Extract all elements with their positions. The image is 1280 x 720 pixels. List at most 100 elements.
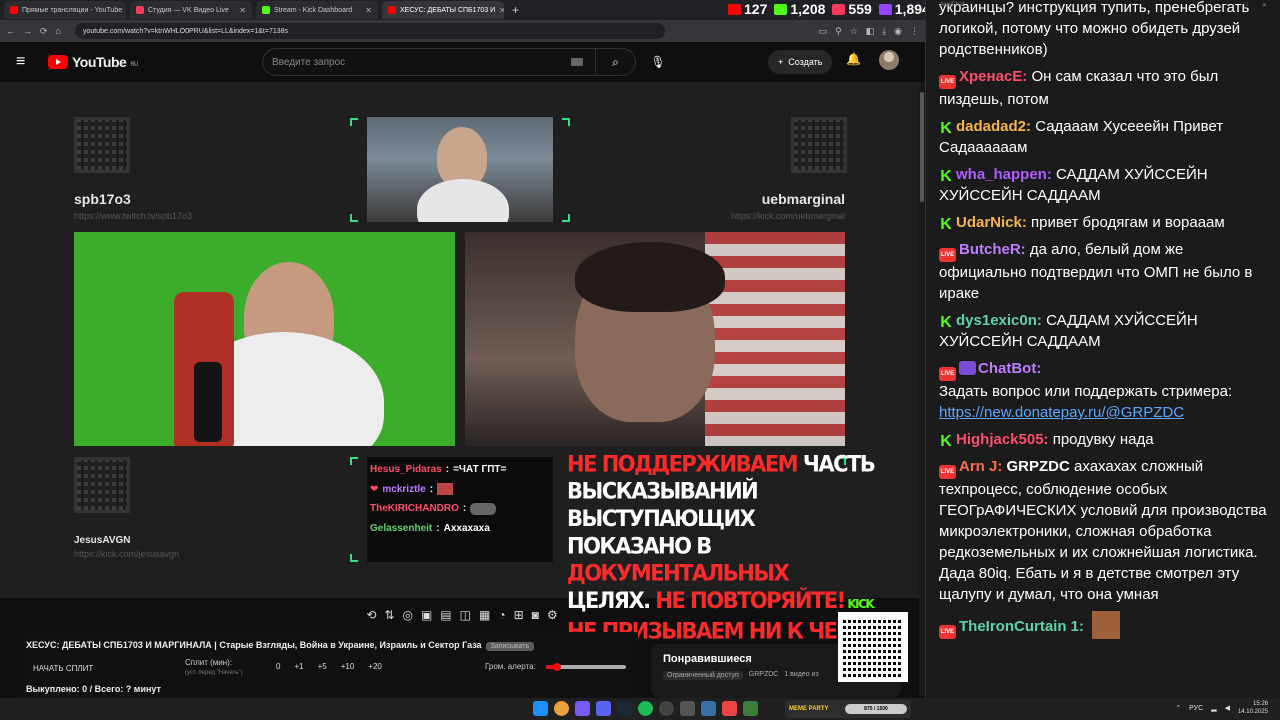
scrollbar-thumb[interactable]	[920, 92, 924, 202]
search-icon[interactable]: ⌕	[595, 49, 635, 75]
vk-live-badge-icon: LIVE	[939, 625, 956, 639]
close-tab-icon[interactable]: ✕	[239, 6, 246, 15]
spotify-icon[interactable]	[638, 701, 653, 716]
split-20-button[interactable]: +20	[368, 662, 382, 671]
youtube-logo[interactable]: YouTube RU	[48, 54, 138, 70]
add-icon[interactable]: ⊞	[514, 608, 524, 622]
forward-icon[interactable]: →	[23, 26, 32, 36]
film-icon[interactable]: ▦	[479, 608, 490, 622]
donate-link[interactable]: https://new.donatepay.ru/@GRPZDC	[939, 404, 1184, 421]
chat-username[interactable]: ChatBot:	[978, 360, 1041, 377]
gear-icon[interactable]: ⚙	[547, 608, 558, 622]
tray-up-icon[interactable]: ⌃	[1175, 704, 1181, 712]
pip-icon[interactable]: ◫	[460, 608, 471, 622]
browser-tab-active[interactable]: ХЕСУС: ДЕБАТЫ СПБ1703 И ✕	[382, 1, 504, 19]
url-field[interactable]: youtube.com/watch?v=ktnWHLO0PRU&list=LL&…	[74, 23, 665, 39]
bell-icon[interactable]: 🔔	[846, 52, 861, 66]
close-tab-icon[interactable]: ✕	[365, 6, 372, 15]
split-1-button[interactable]: +1	[294, 662, 303, 671]
speed-icon[interactable]: ◔	[498, 608, 505, 622]
start-split-button[interactable]: НАЧАТЬ СПЛИТ	[26, 660, 100, 676]
frame-corner	[350, 457, 358, 465]
alert-volume-label: Гром. алерта:	[485, 662, 536, 671]
split-0-button[interactable]: 0	[276, 662, 280, 671]
right-streamer-name: uebmarginal	[761, 191, 845, 207]
cast-icon[interactable]: ▭	[818, 26, 827, 37]
chat-username[interactable]: ХренасЕ:	[959, 68, 1027, 85]
split-10-button[interactable]: +10	[341, 662, 355, 671]
audio-icon[interactable]: ◎	[402, 608, 412, 622]
avatar[interactable]	[879, 50, 899, 70]
chat-messages: украинцы? инструкция тупить, пренебрегат…	[939, 0, 1274, 645]
steam-icon[interactable]	[617, 701, 632, 716]
person-body	[417, 179, 509, 222]
person-head	[437, 127, 487, 187]
chrome-icon[interactable]	[554, 701, 569, 716]
camera-icon[interactable]: ◙	[532, 608, 539, 622]
browser-tab[interactable]: Студия — VK Видео Live ✕	[130, 1, 252, 19]
chat-titlebar: AxelChat — □ ✕	[940, 2, 1267, 10]
menu-icon[interactable]: ⋮	[910, 26, 919, 37]
qr-code-left	[74, 117, 130, 173]
browser-tab[interactable]: Stream - Kick Dashboard ✕	[256, 1, 378, 19]
webcam-top	[367, 117, 553, 222]
chat-message: Kdys1exic0n: САДДАМ ХУЙССЕЙН ХУЙССЕЙН СА…	[939, 310, 1274, 352]
alert-volume-slider[interactable]	[546, 663, 626, 671]
profile-icon[interactable]: ◉	[894, 26, 902, 37]
chat-username[interactable]: wha_happen:	[956, 166, 1052, 183]
create-button[interactable]: + Создать	[768, 50, 833, 74]
chat-username[interactable]: dys1exic0n:	[956, 312, 1042, 329]
video-settings-icon[interactable]: ▣	[421, 608, 432, 622]
minimize-icon[interactable]: —	[1224, 2, 1230, 10]
search-input[interactable]: Введите запрос ⌕	[262, 48, 636, 76]
windows-start-icon[interactable]	[533, 701, 548, 716]
keyboard-icon[interactable]	[571, 58, 583, 66]
volume-icon[interactable]: ◀	[1225, 704, 1230, 712]
chat-username[interactable]: Highjack505:	[956, 431, 1049, 448]
qr-pattern	[843, 617, 903, 677]
network-icon[interactable]: ▂	[1211, 704, 1216, 712]
microphone-icon[interactable]: 🎙	[646, 50, 670, 74]
close-tab-icon[interactable]: ✕	[499, 6, 504, 15]
reload-icon[interactable]: ⟳	[40, 26, 48, 37]
menu-icon[interactable]: ≡	[16, 53, 36, 71]
frame-corner	[350, 118, 358, 126]
chat-message: LIVE ХренасЕ: Он сам сказал что это был п…	[939, 66, 1274, 110]
back-icon[interactable]: ←	[6, 26, 15, 36]
slider-knob[interactable]	[553, 663, 562, 671]
chat-username[interactable]: TheIronCurtain 1:	[959, 618, 1084, 635]
discord-icon[interactable]	[596, 701, 611, 716]
video-player[interactable]: spb17o3 https://www.twitch.tv/spb17o3 ue…	[0, 82, 919, 644]
clapper-icon[interactable]: ▤	[440, 608, 451, 622]
close-icon[interactable]: ✕	[1262, 2, 1267, 10]
browser-tab[interactable]: Прямые трансляции - YouTube✕	[4, 1, 126, 19]
language-indicator[interactable]: РУС	[1189, 705, 1203, 712]
chat-message: Kwha_happen: САДДАМ ХУЙССЕЙН ХУЙССЕЙН СА…	[939, 164, 1274, 206]
home-icon[interactable]: ⌂	[56, 26, 61, 36]
emote-icon	[470, 502, 497, 515]
app-icon[interactable]	[722, 701, 737, 716]
chat-username[interactable]: Arn J:	[959, 458, 1002, 475]
meme-party-widget[interactable]: MEME PARTY 875 / 1500	[785, 700, 911, 718]
app-icon[interactable]	[743, 701, 758, 716]
app-icon[interactable]	[701, 701, 716, 716]
app-icon[interactable]	[680, 701, 695, 716]
clock[interactable]: 15:26 14.10.2025	[1238, 700, 1268, 716]
maximize-icon[interactable]: □	[1244, 2, 1248, 10]
split-5-button[interactable]: +5	[318, 662, 327, 671]
kick-badge-icon: K	[940, 168, 952, 185]
new-tab-icon[interactable]: +	[512, 3, 519, 17]
obs-icon[interactable]	[659, 701, 674, 716]
loop-icon[interactable]: ⟲	[366, 608, 376, 622]
chat-message: K Highjack505: продувку нада	[939, 429, 1274, 450]
sort-icon[interactable]: ⇅	[384, 608, 394, 622]
star-icon[interactable]: ☆	[850, 26, 858, 37]
app-icon[interactable]	[575, 701, 590, 716]
zoom-icon[interactable]: ⚲	[835, 26, 842, 37]
record-tag[interactable]: Записывать	[485, 642, 535, 651]
chat-username[interactable]: ButcheR:	[959, 241, 1026, 258]
chat-username[interactable]: UdarNick:	[956, 214, 1027, 231]
chat-username[interactable]: dadadad2:	[956, 118, 1031, 135]
download-icon[interactable]: ⤓	[882, 26, 886, 37]
extension-icon[interactable]: ◧	[866, 26, 875, 37]
